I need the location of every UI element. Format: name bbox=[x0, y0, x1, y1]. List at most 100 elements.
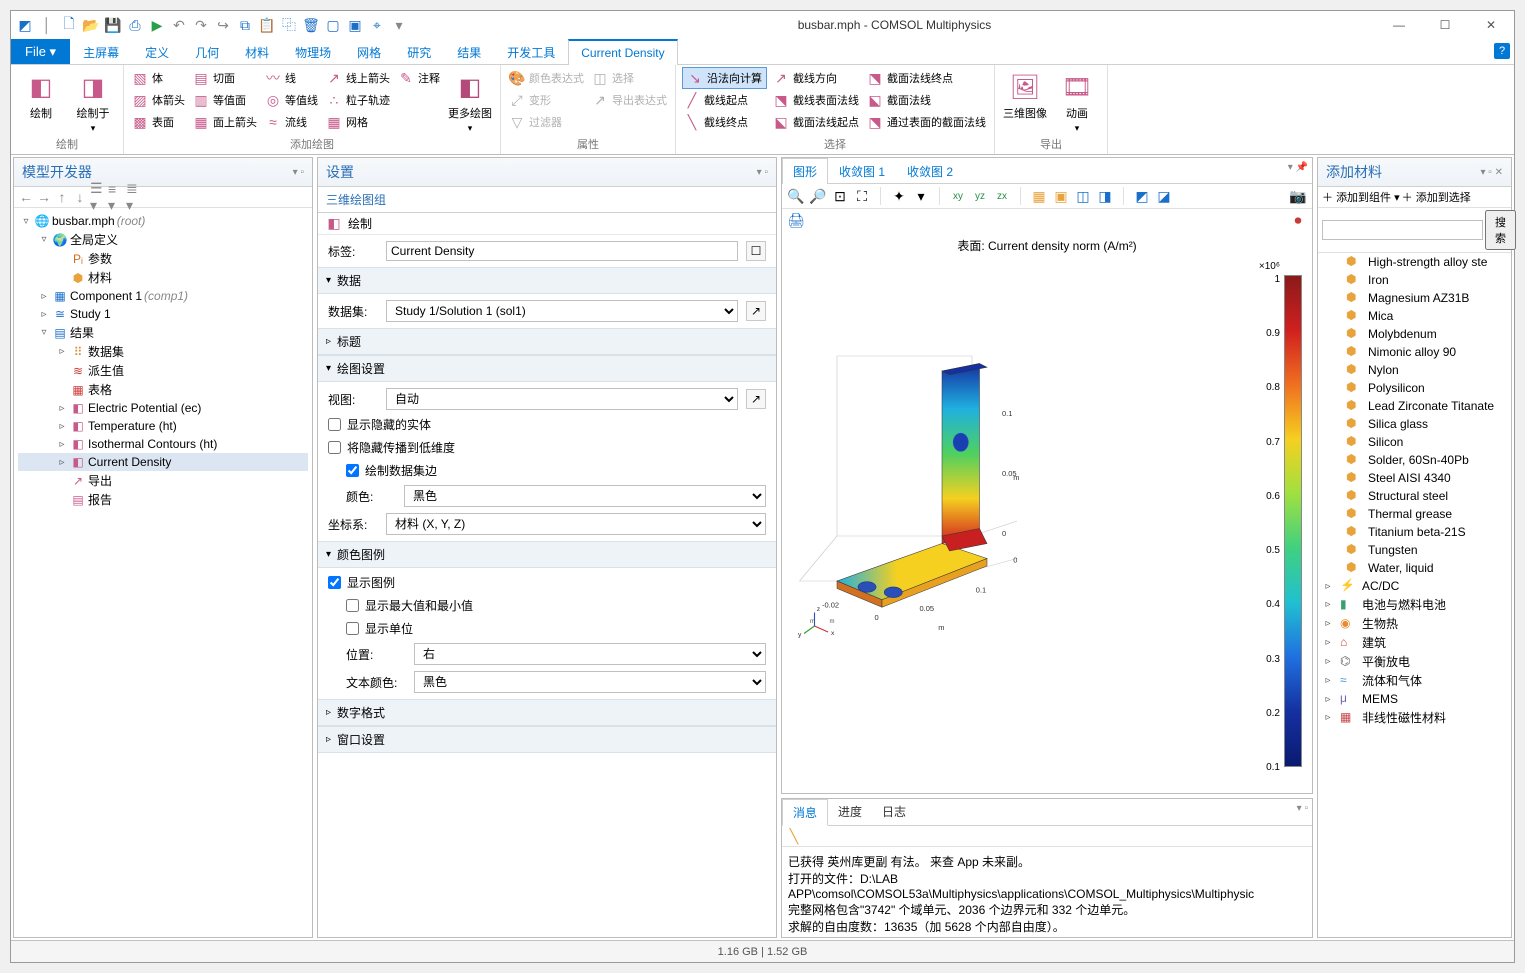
grid-icon[interactable]: ▦ bbox=[1031, 188, 1047, 204]
gfx-panel-ctrl[interactable]: ▾ 📌 bbox=[1284, 158, 1312, 183]
tree-item[interactable]: ▹≅Study 1 bbox=[18, 305, 308, 323]
material-item[interactable]: ⬢Thermal grease bbox=[1318, 505, 1511, 523]
material-item[interactable]: ⬢Molybdenum bbox=[1318, 325, 1511, 343]
tree-item[interactable]: ▹◧Current Density bbox=[18, 453, 308, 471]
surface-button[interactable]: ▩表面 bbox=[130, 111, 187, 133]
material-item[interactable]: ⬢Tungsten bbox=[1318, 541, 1511, 559]
tree-item[interactable]: ↗导出 bbox=[18, 471, 308, 490]
tree-item[interactable]: Pᵢ参数 bbox=[18, 249, 308, 268]
tab-progress[interactable]: 进度 bbox=[828, 799, 872, 825]
tree-item[interactable]: ▦表格 bbox=[18, 380, 308, 399]
tab-study[interactable]: 研究 bbox=[394, 39, 444, 65]
tree-tb-down-icon[interactable]: ↓ bbox=[72, 189, 88, 205]
cutline-end-button[interactable]: ╲截线终点 bbox=[682, 111, 767, 133]
material-item[interactable]: ⬢Titanium beta-21S bbox=[1318, 523, 1511, 541]
cutplane-normal-start-button[interactable]: ⬕截面法线起点 bbox=[771, 111, 861, 133]
material-item[interactable]: ⬢Steel AISI 4340 bbox=[1318, 469, 1511, 487]
plot-button[interactable]: ◧绘制 bbox=[17, 67, 65, 121]
material-item[interactable]: ⬢Water, liquid bbox=[1318, 559, 1511, 577]
section-title[interactable]: ▹标题 bbox=[318, 328, 776, 355]
xy-view-icon[interactable]: xy bbox=[950, 188, 966, 204]
section-data[interactable]: ▾数据 bbox=[318, 267, 776, 294]
volume-button[interactable]: ▧体 bbox=[130, 67, 187, 89]
scene-icon[interactable]: ◫ bbox=[1075, 188, 1091, 204]
cutline-start-button[interactable]: ╱截线起点 bbox=[682, 89, 767, 111]
graphics-tab-conv1[interactable]: 收敛图 1 bbox=[828, 158, 896, 184]
annotation-button[interactable]: ✎注释 bbox=[396, 67, 442, 89]
tree-item[interactable]: ⬢材料 bbox=[18, 268, 308, 287]
tree-tb-eye-icon[interactable]: ≣ ▾ bbox=[126, 189, 142, 205]
plot-icon[interactable]: ◧ bbox=[326, 216, 342, 232]
material-item[interactable]: ⬢Mica bbox=[1318, 307, 1511, 325]
material-category[interactable]: ▹⚡AC/DC bbox=[1318, 577, 1511, 595]
tree-item[interactable]: ▿🌐busbar.mph (root) bbox=[18, 212, 308, 230]
tab-home[interactable]: 主屏幕 bbox=[70, 39, 132, 65]
pos-select[interactable]: 右 bbox=[414, 643, 766, 665]
select2-icon[interactable]: ◩ bbox=[1134, 188, 1150, 204]
tab-definitions[interactable]: 定义 bbox=[132, 39, 182, 65]
material-item[interactable]: ⬢High-strength alloy ste bbox=[1318, 253, 1511, 271]
minimize-button[interactable]: — bbox=[1376, 11, 1422, 39]
section-plotsettings[interactable]: ▾绘图设置 bbox=[318, 355, 776, 382]
chk-showunit[interactable]: 显示单位 bbox=[346, 620, 766, 637]
sel2-icon[interactable]: ▣ bbox=[347, 17, 363, 33]
label-edit-button[interactable]: ☐ bbox=[746, 241, 766, 261]
tree-tb-list-icon[interactable]: ≡ ▾ bbox=[108, 189, 124, 205]
tab-materials[interactable]: 材料 bbox=[232, 39, 282, 65]
chk-hidden[interactable]: 显示隐藏的实体 bbox=[328, 416, 766, 433]
transparency-icon[interactable]: ◨ bbox=[1097, 188, 1113, 204]
delete-icon[interactable]: 🗑 bbox=[303, 17, 319, 33]
tree-tb-left-icon[interactable]: ← bbox=[18, 189, 34, 205]
tree-item[interactable]: ≋派生值 bbox=[18, 361, 308, 380]
zx-view-icon[interactable]: zx bbox=[994, 188, 1010, 204]
copy-icon[interactable]: ⧉ bbox=[237, 17, 253, 33]
tcolor-select[interactable]: 黑色 bbox=[414, 671, 766, 693]
cutplane-normal-button[interactable]: ⬔截线表面法线 bbox=[771, 89, 861, 111]
tab-messages[interactable]: 消息 bbox=[782, 799, 828, 826]
tree-item[interactable]: ▿🌍全局定义 bbox=[18, 230, 308, 249]
material-item[interactable]: ⬢Silicon bbox=[1318, 433, 1511, 451]
tab-devtools[interactable]: 开发工具 bbox=[494, 39, 568, 65]
section-legend[interactable]: ▾颜色图例 bbox=[318, 541, 776, 568]
add-to-selection-button[interactable]: ＋ 添加到选择 bbox=[1402, 189, 1471, 205]
image3d-button[interactable]: 🖼三维图像 bbox=[1001, 67, 1049, 121]
tree-item[interactable]: ▹◧Temperature (ht) bbox=[18, 417, 308, 435]
material-search-input[interactable] bbox=[1322, 220, 1483, 240]
tree-tb-up-icon[interactable]: ↑ bbox=[54, 189, 70, 205]
zoom-ext-icon[interactable]: ⌖ bbox=[369, 17, 385, 33]
graphics-tab-conv2[interactable]: 收敛图 2 bbox=[896, 158, 964, 184]
animation-button[interactable]: 🎞动画▾ bbox=[1053, 67, 1101, 134]
view-goto-button[interactable]: ↗ bbox=[746, 389, 766, 409]
material-item[interactable]: ⬢Lead Zirconate Titanate bbox=[1318, 397, 1511, 415]
print-icon[interactable]: 🖨 bbox=[788, 212, 804, 228]
dd-icon[interactable]: ▾ bbox=[391, 17, 407, 33]
streamline-button[interactable]: ≈流线 bbox=[263, 111, 320, 133]
tree-tb-show-icon[interactable]: ☰ ▾ bbox=[90, 189, 106, 205]
material-category[interactable]: ▹μMEMS bbox=[1318, 690, 1511, 708]
color-select[interactable]: 黑色 bbox=[404, 485, 766, 507]
rotate-dd-icon[interactable]: ▾ bbox=[913, 188, 929, 204]
arrow-volume-button[interactable]: ▨体箭头 bbox=[130, 89, 187, 111]
material-search-button[interactable]: 搜索 bbox=[1485, 210, 1516, 250]
tree-item[interactable]: ▹◧Isothermal Contours (ht) bbox=[18, 435, 308, 453]
tree-item[interactable]: ▹⠿数据集 bbox=[18, 342, 308, 361]
paste-icon[interactable]: 📋 bbox=[259, 17, 275, 33]
run-icon[interactable]: ▶ bbox=[149, 17, 165, 33]
dataset-goto-button[interactable]: ↗ bbox=[746, 301, 766, 321]
msg-panel-ctrl[interactable]: ▾ ▫ bbox=[1293, 799, 1312, 825]
label-input[interactable] bbox=[386, 241, 738, 261]
forward-icon[interactable]: ↪ bbox=[215, 17, 231, 33]
coord-select[interactable]: 材料 (X, Y, Z) bbox=[386, 513, 766, 535]
material-item[interactable]: ⬢Silica glass bbox=[1318, 415, 1511, 433]
save-icon[interactable]: 💾 bbox=[105, 17, 121, 33]
graphics-tab-plot[interactable]: 图形 bbox=[782, 158, 828, 184]
material-category[interactable]: ▹◉生物热 bbox=[1318, 614, 1511, 633]
normal-eval-button[interactable]: ↘沿法向计算 bbox=[682, 67, 767, 89]
material-category[interactable]: ▹▦非线性磁性材料 bbox=[1318, 708, 1511, 727]
help-icon[interactable]: ? bbox=[1494, 43, 1510, 59]
slice-button[interactable]: ▤切面 bbox=[191, 67, 259, 89]
more-plots-button[interactable]: ◧更多绘图▾ bbox=[446, 67, 494, 134]
chk-plotedges[interactable]: 绘制数据集边 bbox=[346, 462, 766, 479]
material-item[interactable]: ⬢Structural steel bbox=[1318, 487, 1511, 505]
close-button[interactable]: ✕ bbox=[1468, 11, 1514, 39]
